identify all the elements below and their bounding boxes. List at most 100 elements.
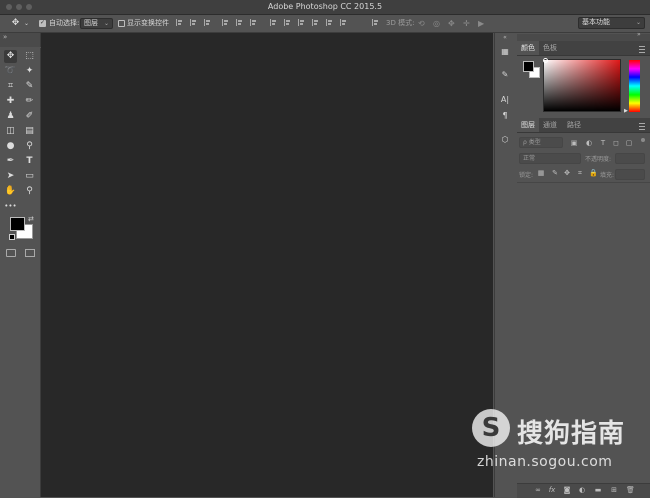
align-bottom-icon[interactable] [204, 19, 212, 26]
watermark-title: 搜狗指南 [517, 419, 626, 449]
distribute-left-icon[interactable] [312, 19, 320, 26]
brush-presets-icon[interactable]: ✎ [499, 69, 511, 81]
new-adjustment-layer-icon[interactable]: ◐ [578, 486, 586, 494]
swap-colors-icon[interactable]: ⇄ [28, 215, 34, 223]
tool-preset-chevron-icon[interactable]: ⌄ [24, 18, 29, 29]
chevron-down-icon: ⌄ [635, 19, 641, 26]
align-hcenter-icon[interactable] [236, 19, 244, 26]
filter-adjustment-icon[interactable]: ◐ [585, 139, 593, 147]
eraser-tool-icon[interactable]: ◫ [4, 125, 17, 138]
add-mask-icon[interactable]: ◙ [563, 486, 571, 494]
3d-slide-icon[interactable]: ✛ [463, 18, 470, 29]
pen-tool-icon[interactable]: ✒ [4, 155, 17, 168]
distribute-bottom-icon[interactable] [298, 19, 306, 26]
filter-shape-icon[interactable]: ◻ [612, 139, 620, 147]
3d-panel-icon[interactable]: ⬡ [499, 134, 511, 146]
distribute-top-icon[interactable] [270, 19, 278, 26]
dock-collapse-icon[interactable]: « [495, 34, 515, 42]
fill-field[interactable] [615, 169, 645, 180]
lasso-tool-icon[interactable]: ➰ [4, 65, 17, 78]
color-panel-menu-icon[interactable] [639, 46, 645, 53]
new-layer-icon[interactable]: ⊞ [610, 486, 618, 494]
tab-swatches[interactable]: 色板 [539, 41, 561, 55]
zoom-tool-icon[interactable]: ⚲ [23, 185, 36, 198]
tab-paths[interactable]: 路径 [563, 118, 585, 132]
blend-mode-select[interactable]: 正常 [519, 153, 581, 164]
lock-artboard-icon[interactable]: ⌗ [576, 169, 584, 177]
path-selection-tool-icon[interactable]: ➤ [4, 170, 17, 183]
3d-scale-icon[interactable]: ▶ [478, 18, 484, 29]
filter-toggle-icon[interactable] [641, 138, 645, 142]
panel-group-header: » [517, 31, 650, 41]
workspace-select[interactable]: 基本功能 ⌄ [578, 17, 645, 29]
layer-filter-kind-select[interactable]: ρ 类型 [519, 137, 563, 148]
quick-mask-icon[interactable] [6, 249, 16, 257]
align-left-icon[interactable] [222, 19, 230, 26]
tab-layers[interactable]: 图层 [517, 118, 539, 132]
marquee-tool-icon[interactable]: ⬚ [23, 50, 36, 63]
default-colors-icon[interactable] [9, 234, 15, 240]
layers-panel-menu-icon[interactable] [639, 123, 645, 130]
screen-mode-icon[interactable] [25, 249, 35, 257]
auto-select-checkbox[interactable] [39, 19, 46, 27]
healing-brush-tool-icon[interactable]: ✚ [4, 95, 17, 108]
align-right-icon[interactable] [250, 19, 258, 26]
auto-align-icon[interactable] [372, 19, 380, 26]
3d-mode-label: 3D 模式: [386, 19, 415, 27]
new-group-icon[interactable]: ▬ [594, 486, 602, 494]
link-layers-icon[interactable]: ∞ [534, 486, 542, 494]
dodge-tool-icon[interactable]: ⚲ [23, 140, 36, 153]
delete-layer-icon[interactable]: 🗑 [626, 486, 635, 494]
history-panel-icon[interactable]: ▦ [499, 46, 511, 58]
type-tool-icon[interactable]: T [23, 155, 36, 168]
auto-select-target-select[interactable]: 图层 ⌄ [80, 18, 113, 29]
auto-select-label: 自动选择: [49, 19, 80, 27]
lock-transparent-icon[interactable]: ▦ [537, 169, 545, 177]
opacity-field[interactable] [615, 153, 645, 164]
filter-pixel-icon[interactable]: ▣ [570, 139, 578, 147]
lock-image-icon[interactable]: ✎ [551, 169, 559, 177]
3d-rotate-icon[interactable]: ⟲ [418, 18, 425, 29]
distribute-vcenter-icon[interactable] [284, 19, 292, 26]
hand-tool-icon[interactable]: ✋ [4, 185, 17, 198]
panel-collapse-icon[interactable]: » [637, 31, 641, 38]
3d-drag-icon[interactable]: ✥ [448, 18, 455, 29]
rectangle-tool-icon[interactable]: ▭ [23, 170, 36, 183]
crop-tool-icon[interactable]: ⌗ [4, 80, 17, 93]
foreground-color-swatch[interactable] [10, 217, 25, 231]
brush-tool-icon[interactable]: ✏ [23, 95, 36, 108]
eyedropper-tool-icon[interactable]: ✎ [23, 80, 36, 93]
tab-channels[interactable]: 通道 [539, 118, 561, 132]
paragraph-panel-icon[interactable]: ¶ [499, 110, 511, 122]
move-tool-preset-icon[interactable]: ✥ [9, 17, 22, 30]
blur-tool-icon[interactable]: ● [4, 140, 17, 153]
3d-roll-icon[interactable]: ◎ [433, 18, 440, 29]
hue-slider[interactable] [629, 60, 640, 112]
layer-style-icon[interactable]: fx [548, 486, 556, 494]
align-top-icon[interactable] [176, 19, 184, 26]
color-picker-field[interactable] [543, 59, 621, 112]
panel-foreground-swatch[interactable] [523, 61, 534, 72]
distribute-hcenter-icon[interactable] [326, 19, 334, 26]
fill-label: 填充: [600, 172, 615, 179]
move-tool-icon[interactable]: ✥ [4, 50, 17, 63]
auto-select-target-value: 图层 [84, 19, 98, 27]
tab-color[interactable]: 颜色 [517, 41, 539, 55]
filter-smart-object-icon[interactable]: ▢ [625, 139, 633, 147]
clone-stamp-tool-icon[interactable]: ♟ [4, 110, 17, 123]
lock-all-icon[interactable]: 🔒 [589, 169, 598, 177]
distribute-right-icon[interactable] [340, 19, 348, 26]
document-canvas-area[interactable] [41, 33, 493, 497]
filter-type-icon[interactable]: T [599, 139, 607, 147]
history-brush-tool-icon[interactable]: ✐ [23, 110, 36, 123]
more-tools-icon[interactable]: ••• [4, 200, 17, 213]
show-transform-checkbox[interactable] [118, 20, 125, 27]
color-picker-handle[interactable] [543, 58, 548, 63]
magic-wand-tool-icon[interactable]: ✦ [23, 65, 36, 78]
character-panel-icon[interactable]: A| [499, 94, 511, 106]
toolbar-collapse-icon[interactable]: » [3, 33, 7, 41]
lock-position-icon[interactable]: ✥ [563, 169, 571, 177]
gradient-tool-icon[interactable]: ▤ [23, 125, 36, 138]
align-vcenter-icon[interactable] [190, 19, 198, 26]
show-transform-label: 显示变换控件 [127, 19, 169, 27]
